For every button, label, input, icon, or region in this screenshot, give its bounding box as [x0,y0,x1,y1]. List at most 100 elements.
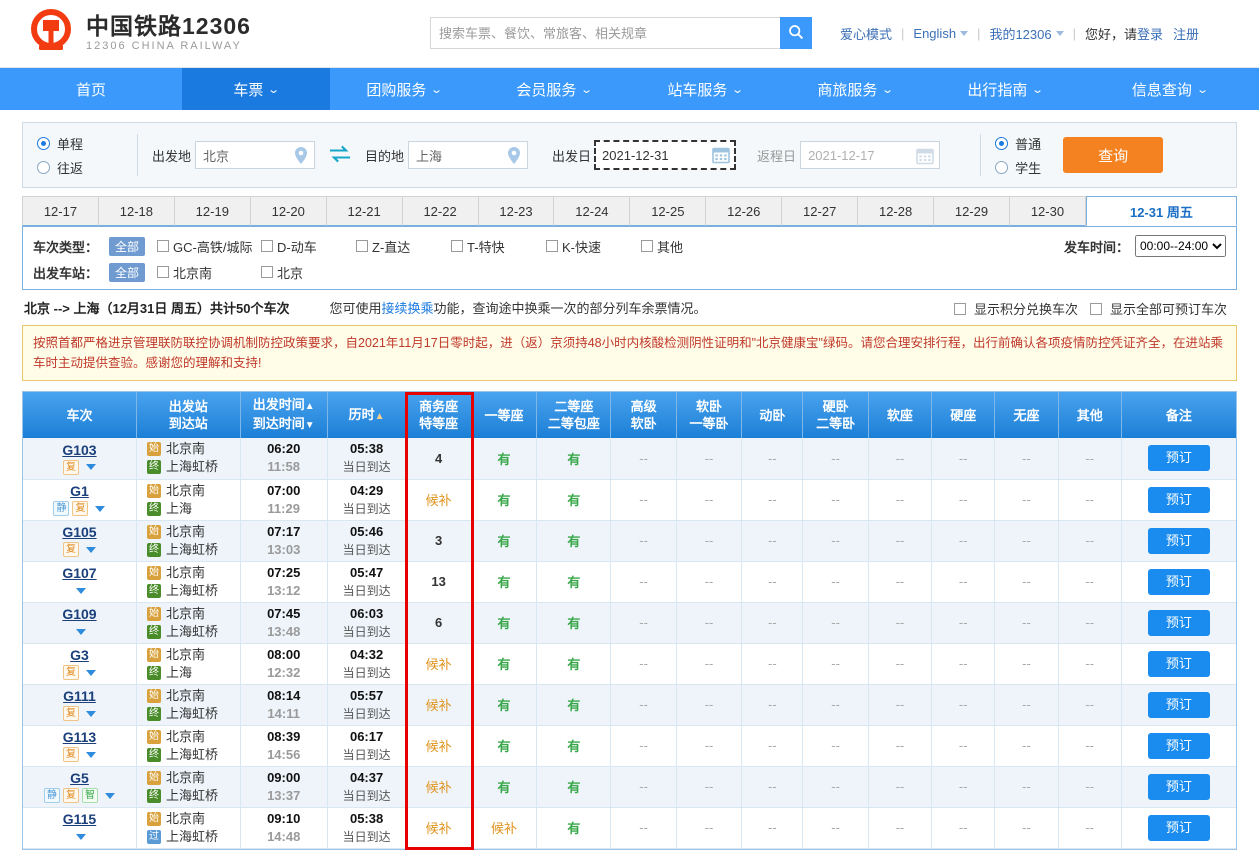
expand-arrow-icon[interactable] [86,464,96,470]
radio-student[interactable] [995,161,1008,174]
nav-item-business-travel[interactable]: 商旅服务⌄ [780,68,930,110]
swap-stations-button[interactable] [329,145,351,166]
book-button[interactable]: 预订 [1148,569,1210,595]
table-row[interactable]: G115始北京南过上海虹桥09:1014:4805:38当日到达候补候补有---… [23,807,1236,848]
book-button[interactable]: 预订 [1148,774,1210,800]
table-row[interactable]: G109始北京南终上海虹桥07:4513:4806:03当日到达6有有-----… [23,602,1236,643]
departure-time-select[interactable]: 00:00--24:00 [1135,235,1226,257]
col-duration[interactable]: 历时▲ [327,392,406,438]
date-tab[interactable]: 12-20 [251,196,327,226]
train-number-link[interactable]: G113 [63,729,96,745]
checkbox-d[interactable] [261,240,273,252]
checkbox-other[interactable] [641,240,653,252]
filter-z[interactable]: Z-直达 [356,237,451,256]
date-tab-active[interactable]: 12-31 周五 [1086,196,1237,226]
expand-arrow-icon[interactable] [86,711,96,717]
remark-cell[interactable]: 预订 [1121,520,1236,561]
date-tab[interactable]: 12-30 [1010,196,1086,226]
return-date-field[interactable] [800,141,940,169]
sort-desc-icon[interactable]: ▼ [305,420,315,431]
date-tab[interactable]: 12-19 [175,196,251,226]
train-type-all-chip[interactable]: 全部 [109,237,145,256]
checkbox-show-all-bookable[interactable] [1090,303,1102,315]
link-language[interactable]: English [913,26,956,41]
station-all-chip[interactable]: 全部 [109,263,145,282]
train-number-cell[interactable]: G109 [23,602,136,643]
date-tab[interactable]: 12-18 [99,196,175,226]
search-input[interactable] [430,17,780,49]
table-row[interactable]: G113复始北京南终上海虹桥08:3914:5606:17当日到达候补有有---… [23,725,1236,766]
expand-arrow-icon[interactable] [86,752,96,758]
train-number-cell[interactable]: G105复 [23,520,136,561]
chevron-down-icon[interactable] [1056,31,1064,36]
date-tab[interactable]: 12-23 [479,196,555,226]
login-link[interactable]: 登录 [1137,27,1163,42]
date-tab[interactable]: 12-26 [706,196,782,226]
nav-item-member-service[interactable]: 会员服务⌄ [478,68,630,110]
table-row[interactable]: G107始北京南终上海虹桥07:2513:1205:47当日到达13有有----… [23,561,1236,602]
train-number-cell[interactable]: G3复 [23,643,136,684]
checkbox-k[interactable] [546,240,558,252]
calendar-icon[interactable] [916,147,934,168]
train-number-link[interactable]: G115 [63,811,96,827]
sort-asc-icon[interactable]: ▲ [375,411,385,422]
date-tab[interactable]: 12-27 [782,196,858,226]
date-tab[interactable]: 12-29 [934,196,1010,226]
book-button[interactable]: 预订 [1148,651,1210,677]
train-number-link[interactable]: G1 [70,483,89,499]
nav-item-tickets[interactable]: 车票⌄ [182,68,330,110]
to-station-field[interactable] [408,141,528,169]
table-row[interactable]: G5静复智始北京南终上海虹桥09:0013:3704:37当日到达候补有有---… [23,766,1236,807]
filter-t[interactable]: T-特快 [451,237,546,256]
filter-d[interactable]: D-动车 [261,237,356,256]
date-tab[interactable]: 12-24 [554,196,630,226]
remark-cell[interactable]: 预订 [1121,479,1236,520]
radio-one-way[interactable] [37,137,50,150]
filter-station-beijing[interactable]: 北京 [261,263,303,282]
nav-item-travel-guide[interactable]: 出行指南⌄ [930,68,1080,110]
table-row[interactable]: G111复始北京南终上海虹桥08:1414:1105:57当日到达候补有有---… [23,684,1236,725]
trip-type-one-way[interactable]: 单程 [37,131,123,155]
nav-item-home[interactable]: 首页 [0,68,182,110]
train-number-cell[interactable]: G107 [23,561,136,602]
checkbox-z[interactable] [356,240,368,252]
radio-round-trip[interactable] [37,161,50,174]
expand-arrow-icon[interactable] [86,547,96,553]
query-button[interactable]: 查询 [1063,137,1163,173]
sort-asc-icon[interactable]: ▲ [305,401,315,412]
expand-arrow-icon[interactable] [76,588,86,594]
book-button[interactable]: 预订 [1148,610,1210,636]
trip-type-round[interactable]: 往返 [37,155,123,179]
train-number-link[interactable]: G105 [62,524,96,540]
filter-station-beijingnan[interactable]: 北京南 [157,263,261,282]
expand-arrow-icon[interactable] [95,506,105,512]
passenger-type-student[interactable]: 学生 [995,155,1041,179]
book-button[interactable]: 预订 [1148,692,1210,718]
train-number-cell[interactable]: G1静复 [23,479,136,520]
remark-cell[interactable]: 预订 [1121,766,1236,807]
table-row[interactable]: G1静复始北京南终上海07:0011:2904:29当日到达候补有有------… [23,479,1236,520]
search-button[interactable] [780,17,812,49]
remark-cell[interactable]: 预订 [1121,561,1236,602]
checkbox-gc[interactable] [157,240,169,252]
calendar-icon[interactable] [712,146,730,167]
register-link[interactable]: 注册 [1173,24,1199,43]
remark-cell[interactable]: 预订 [1121,725,1236,766]
book-button[interactable]: 预订 [1148,528,1210,554]
train-number-link[interactable]: G109 [62,606,96,622]
checkbox-beijingnan[interactable] [157,266,169,278]
expand-arrow-icon[interactable] [76,834,86,840]
depart-date-field[interactable] [595,141,735,169]
train-number-cell[interactable]: G111复 [23,684,136,725]
nav-item-group-service[interactable]: 团购服务⌄ [330,68,478,110]
book-button[interactable]: 预订 [1148,487,1210,513]
book-button[interactable]: 预订 [1148,815,1210,841]
filter-k[interactable]: K-快速 [546,237,641,256]
train-number-cell[interactable]: G113复 [23,725,136,766]
site-logo[interactable]: 中国铁路12306 12306 CHINA RAILWAY [26,8,251,58]
table-row[interactable]: G3复始北京南终上海08:0012:3204:32当日到达候补有有-------… [23,643,1236,684]
link-accessibility-mode[interactable]: 爱心模式 [840,24,892,43]
train-number-link[interactable]: G111 [63,688,96,704]
book-button[interactable]: 预订 [1148,445,1210,471]
date-tab[interactable]: 12-17 [22,196,99,226]
